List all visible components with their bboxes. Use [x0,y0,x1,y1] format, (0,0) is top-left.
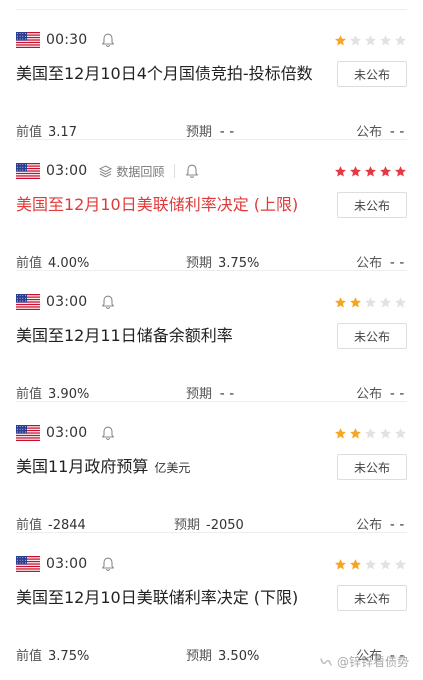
bell-icon[interactable] [101,295,115,310]
event-values: 前值 4.00% 预期 3.75% 公布 -- [16,252,407,271]
forecast-value: 预期 -- [186,124,237,140]
star-filled-icon [364,163,377,177]
event-unit: 亿美元 [154,461,191,475]
wechat-channel-icon [320,657,332,666]
bell-icon[interactable] [185,164,199,179]
event-time: 03:00 [46,556,88,572]
event-title: 美国至12月10日4个月国债竞拍-投标倍数 [16,64,313,83]
us-flag-icon [16,163,40,180]
watermark-text: @锌锌看债势 [336,655,409,669]
status-button[interactable]: 未公布 [337,585,407,611]
event-item[interactable]: 03:00 美国至12月11日储备余额利率 未公布 前值 3.90% 预期 -- 公… [16,271,407,402]
event-time: 03:00 [46,163,88,179]
star-empty-icon [379,425,392,439]
forecast-value: 预期 3.50% [186,649,260,664]
star-empty-icon [364,32,377,46]
data-review-label: 数据回顾 [116,164,165,179]
event-header: 03:00 数据回顾 [16,162,407,180]
star-empty-icon [379,556,392,570]
star-empty-icon [394,425,407,439]
star-filled-icon [349,163,362,177]
previous-value: 前值 3.90% [16,387,90,402]
previous-value: 前值 3.75% [16,649,90,664]
forecast-value: 预期 3.75% [186,256,260,271]
importance-stars [334,294,407,308]
star-empty-icon [394,32,407,46]
event-title: 美国至12月10日美联储利率决定 (下限) [16,588,299,607]
event-item[interactable]: 03:00 数据回顾 美国至12月10日美联储利率决定 (上限) 未公布 前值 4… [16,140,407,271]
event-title: 美国11月政府预算 亿美元 [16,457,191,476]
watermark: @锌锌看债势 [319,653,409,670]
status-button[interactable]: 未公布 [337,323,407,349]
us-flag-icon [16,294,40,311]
importance-stars [334,163,407,177]
event-header: 03:00 [16,424,407,442]
event-time: 00:30 [46,32,88,48]
previous-value: 前值 -2844 [16,518,86,533]
data-review-link[interactable]: 数据回顾 [99,163,164,180]
star-empty-icon [379,32,392,46]
importance-stars [334,32,407,46]
importance-stars [334,425,407,439]
divider [174,164,176,178]
star-filled-icon [349,556,362,570]
event-header: 03:00 [16,555,407,573]
event-time: 03:00 [46,425,88,441]
status-button[interactable]: 未公布 [337,454,407,480]
status-button[interactable]: 未公布 [337,192,407,218]
us-flag-icon [16,556,40,573]
previous-value: 前值 3.17 [16,125,77,140]
star-filled-icon [379,163,392,177]
star-filled-icon [334,294,347,308]
bell-icon[interactable] [101,426,115,441]
event-item[interactable]: 00:30 美国至12月10日4个月国债竞拍-投标倍数 未公布 前值 3.17 预… [16,9,407,140]
star-filled-icon [334,163,347,177]
published-value: 公布 -- [356,386,407,402]
event-header: 00:30 [16,31,407,49]
star-filled-icon [334,425,347,439]
importance-stars [334,556,407,570]
star-empty-icon [364,425,377,439]
star-empty-icon [364,294,377,308]
us-flag-icon [16,425,40,442]
previous-value: 前值 4.00% [16,256,90,271]
event-values: 前值 3.17 预期 -- 公布 -- [16,121,407,140]
star-empty-icon [394,294,407,308]
star-empty-icon [364,556,377,570]
star-filled-icon [349,294,362,308]
status-button[interactable]: 未公布 [337,61,407,87]
us-flag-icon [16,32,40,49]
star-filled-icon [394,163,407,177]
star-filled-icon [334,32,347,46]
star-filled-icon [334,556,347,570]
event-time: 03:00 [46,294,88,310]
published-value: 公布 -- [356,255,407,271]
forecast-value: 预期 -- [186,386,237,402]
star-empty-icon [349,32,362,46]
published-value: 公布 -- [356,124,407,140]
star-empty-icon [394,556,407,570]
bell-icon[interactable] [101,33,115,48]
event-header: 03:00 [16,293,407,311]
layers-icon [99,164,113,177]
event-values: 前值 3.90% 预期 -- 公布 -- [16,383,407,402]
star-filled-icon [349,425,362,439]
event-title: 美国至12月11日储备余额利率 [16,326,233,345]
star-empty-icon [379,294,392,308]
event-item[interactable]: 03:00 美国至12月10日美联储利率决定 (下限) 未公布 前值 3.75% … [16,533,407,664]
bell-icon[interactable] [101,557,115,572]
event-item[interactable]: 03:00 美国11月政府预算 亿美元 未公布 前值 -2844 预期 -2050 公… [16,402,407,533]
forecast-value: 预期 -2050 [174,518,244,533]
published-value: 公布 -- [356,517,407,533]
event-values: 前值 -2844 预期 -2050 公布 -- [16,514,407,533]
event-list: 00:30 美国至12月10日4个月国债竞拍-投标倍数 未公布 前值 3.17 预… [0,9,423,664]
event-title: 美国至12月10日美联储利率决定 (上限) [16,195,299,214]
